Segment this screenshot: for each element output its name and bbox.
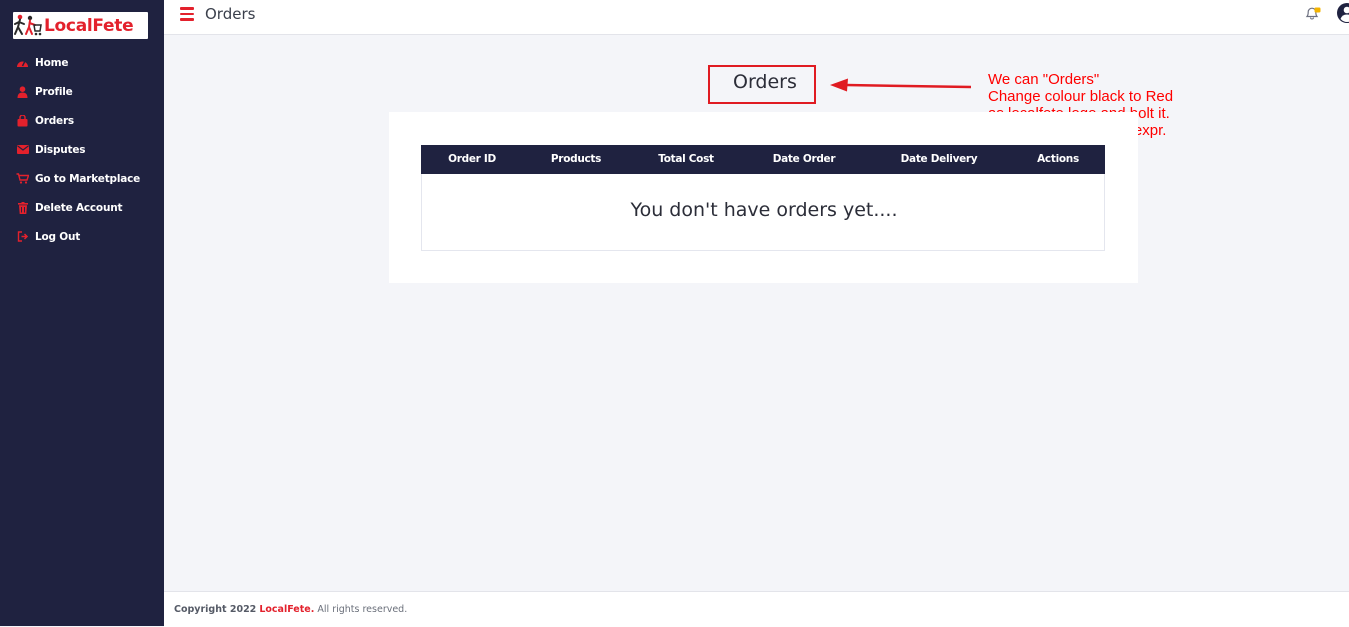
hamburger-icon[interactable] xyxy=(180,7,194,21)
copyright-prefix: Copyright 2022 xyxy=(174,604,257,615)
logo-text: LocalFete xyxy=(44,15,134,36)
column-header-date-delivery: Date Delivery xyxy=(900,153,978,165)
user-circle-icon[interactable] xyxy=(1336,2,1349,24)
user-icon xyxy=(16,85,29,98)
annotation-line: Change colour black to Red xyxy=(988,88,1174,105)
sidebar-nav: Home Profile Orders Disputes Go to Marke… xyxy=(0,48,164,251)
sidebar-item-disputes[interactable]: Disputes xyxy=(0,135,164,164)
sidebar-item-marketplace[interactable]: Go to Marketplace xyxy=(0,164,164,193)
sidebar-item-logout[interactable]: Log Out xyxy=(0,222,164,251)
trash-icon xyxy=(16,201,29,214)
orders-table: Order ID Products Total Cost Date Order … xyxy=(421,145,1105,251)
column-header-actions: Actions xyxy=(1037,153,1079,165)
copyright-suffix: All rights reserved. xyxy=(317,604,408,615)
annotation-arrow-icon xyxy=(828,75,978,95)
top-bar: Orders xyxy=(164,0,1349,35)
sign-out-icon xyxy=(16,231,29,243)
sidebar: LocalFete Home Profile Orders Disputes G… xyxy=(0,0,164,626)
logo-figures-icon xyxy=(13,12,43,39)
cart-icon xyxy=(16,173,29,185)
column-header-order-id: Order ID xyxy=(448,153,496,165)
bell-icon[interactable] xyxy=(1305,6,1321,20)
column-header-date-order: Date Order xyxy=(772,153,836,165)
dashboard-icon xyxy=(16,57,29,69)
sidebar-item-profile[interactable]: Profile xyxy=(0,77,164,106)
shopping-bag-icon xyxy=(16,114,29,127)
table-header: Order ID Products Total Cost Date Order … xyxy=(421,145,1105,174)
column-header-total-cost: Total Cost xyxy=(658,153,714,165)
annotation-highlight-box xyxy=(708,65,816,104)
copyright-text: Copyright 2022 LocalFete. All rights res… xyxy=(174,604,407,615)
sidebar-item-orders[interactable]: Orders xyxy=(0,106,164,135)
footer: Copyright 2022 LocalFete. All rights res… xyxy=(164,591,1349,627)
footer-brand-link[interactable]: LocalFete. xyxy=(259,604,314,615)
topbar-title: Orders xyxy=(205,5,256,23)
logo[interactable]: LocalFete xyxy=(13,12,148,39)
empty-orders-message: You don't have orders yet.... xyxy=(630,199,898,221)
sidebar-item-home[interactable]: Home xyxy=(0,48,164,77)
envelope-icon xyxy=(16,144,29,156)
annotation-line: We can "Orders" xyxy=(988,71,1100,88)
orders-card: Order ID Products Total Cost Date Order … xyxy=(389,112,1138,283)
column-header-products: Products xyxy=(550,153,602,165)
sidebar-item-delete-account[interactable]: Delete Account xyxy=(0,193,164,222)
